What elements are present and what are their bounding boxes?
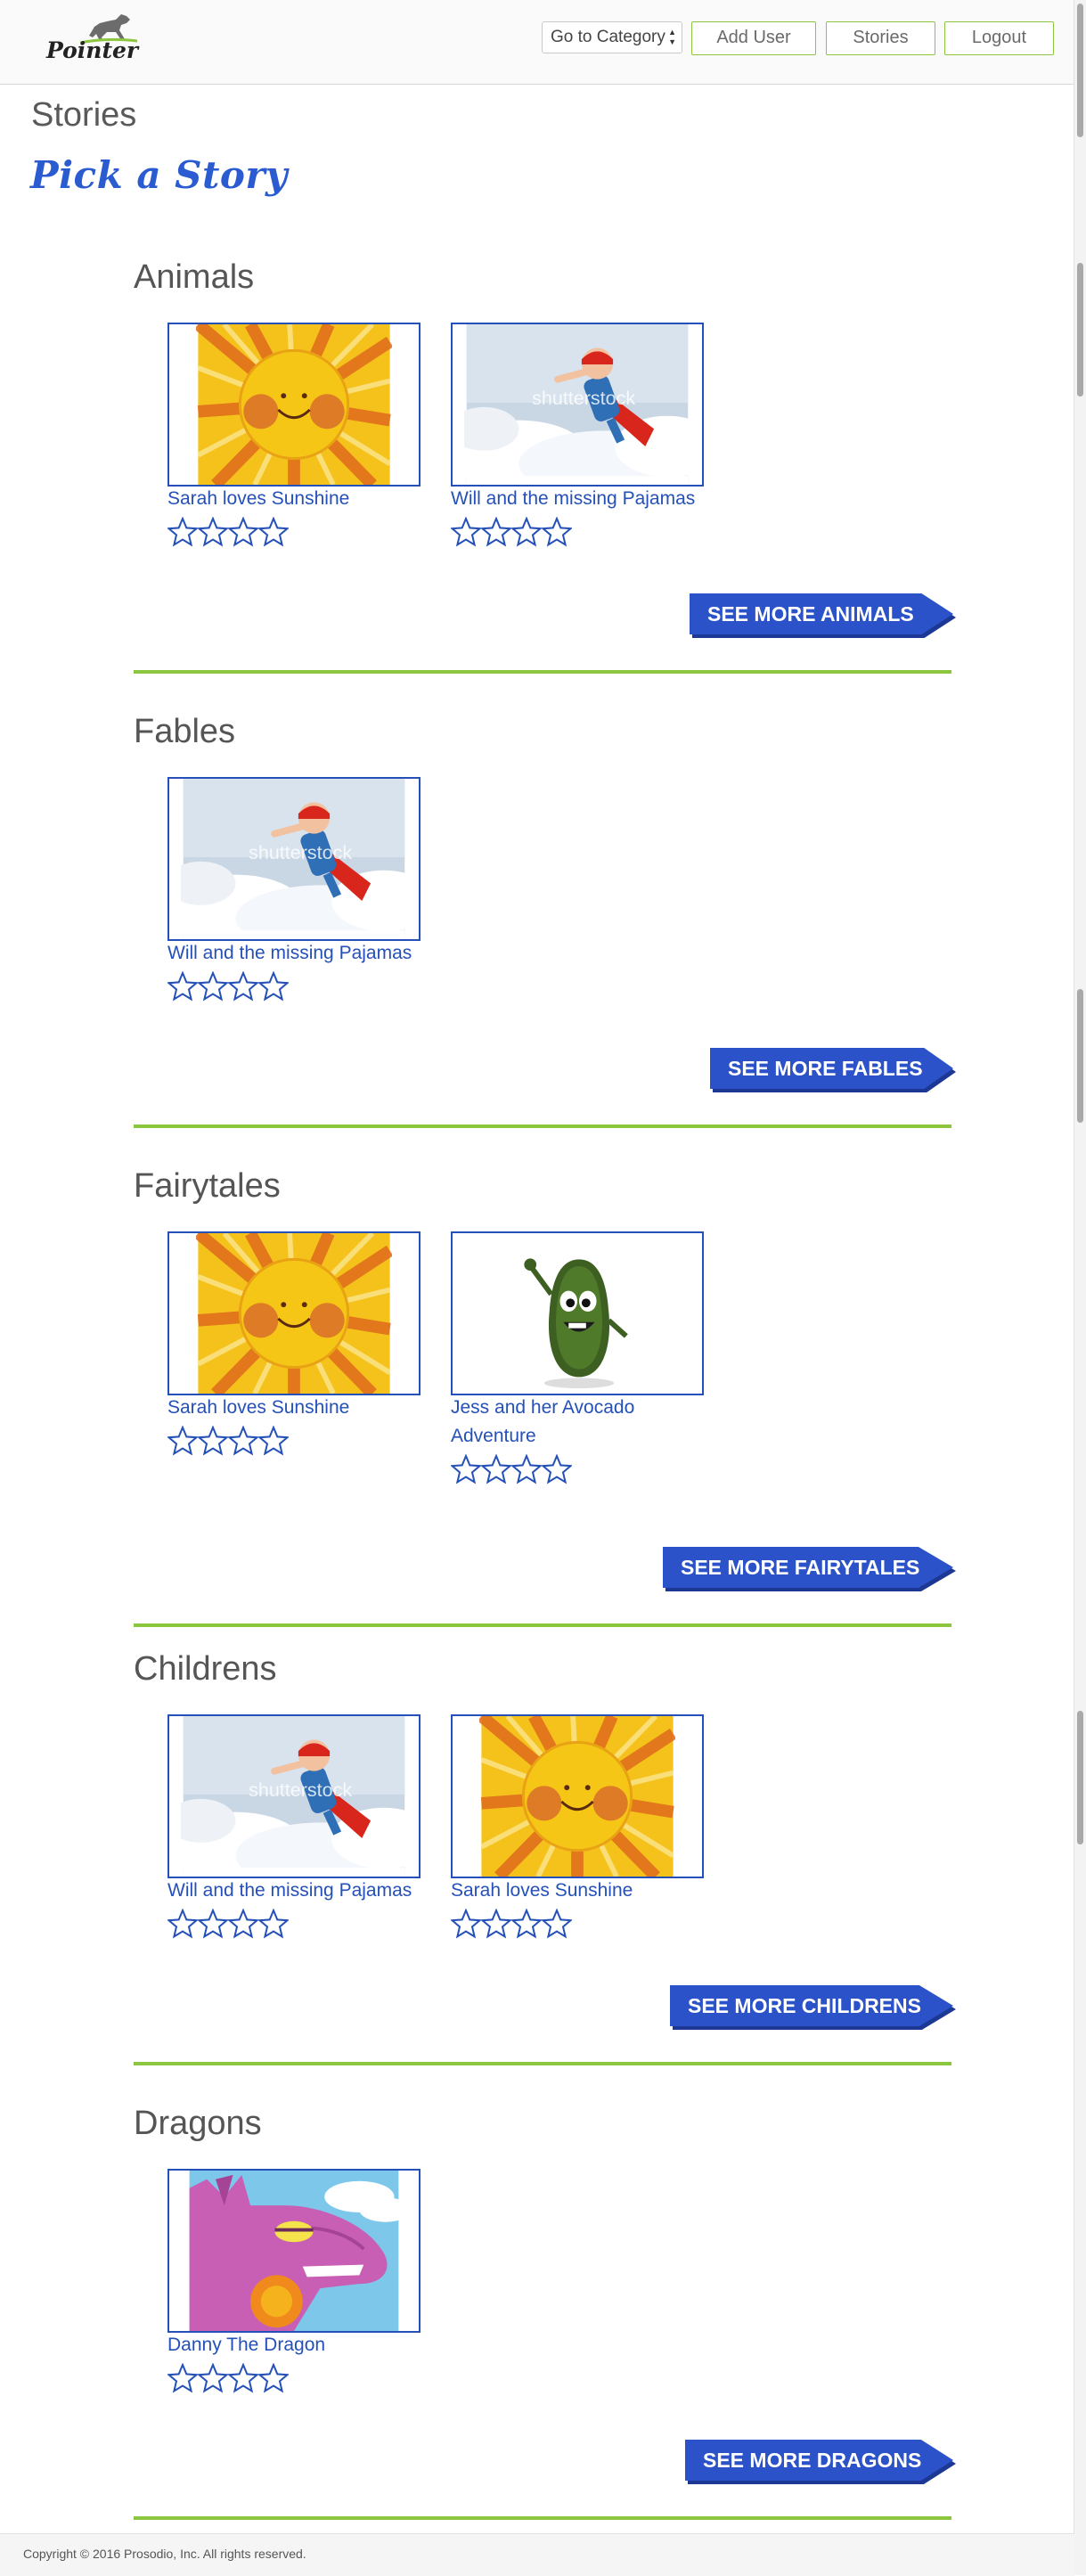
star-outline-icon[interactable] — [228, 1909, 258, 1939]
star-outline-icon[interactable] — [167, 971, 198, 1002]
story-title-link[interactable]: Sarah loves Sunshine — [167, 485, 426, 513]
pick-a-story-heading: Pick a Story — [30, 153, 288, 197]
section-divider — [134, 2062, 951, 2065]
section-title: Fables — [134, 713, 236, 750]
star-rating[interactable] — [167, 2363, 292, 2393]
star-rating[interactable] — [451, 517, 576, 547]
dragon-image — [187, 2171, 401, 2331]
star-outline-icon[interactable] — [228, 517, 258, 547]
star-rating[interactable] — [451, 1454, 576, 1484]
section-title: Childrens — [134, 1650, 277, 1688]
star-outline-icon[interactable] — [167, 2363, 198, 2393]
star-outline-icon[interactable] — [258, 517, 289, 547]
star-outline-icon[interactable] — [167, 1426, 198, 1456]
section-title: Dragons — [134, 2105, 262, 2142]
section-divider — [134, 670, 951, 674]
story-title-link[interactable]: Will and the missing Pajamas — [451, 485, 709, 513]
star-outline-icon[interactable] — [258, 1426, 289, 1456]
star-rating[interactable] — [451, 1909, 576, 1939]
top-navbar: Pointer Go to Category ▲ ▼ Add User Stori… — [0, 0, 1074, 85]
star-outline-icon[interactable] — [451, 1909, 481, 1939]
superhero-image — [181, 1716, 407, 1877]
copyright-text: Copyright © 2016 Prosodio, Inc. All righ… — [23, 2547, 306, 2561]
story-thumbnail[interactable] — [451, 1231, 704, 1395]
scrollbar-thumb[interactable] — [1077, 263, 1083, 397]
story-thumbnail[interactable] — [167, 1231, 421, 1395]
scrollbar-thumb[interactable] — [1077, 989, 1083, 1123]
superhero-image — [464, 324, 690, 485]
scrollbar-thumb[interactable] — [1077, 1711, 1083, 1844]
superhero-image — [181, 779, 407, 939]
see-more-fables-button[interactable]: SEE MORE FABLES — [710, 1048, 953, 1089]
star-outline-icon[interactable] — [511, 1454, 542, 1484]
story-title-link[interactable]: Will and the missing Pajamas — [167, 1877, 426, 1905]
star-outline-icon[interactable] — [542, 1909, 572, 1939]
see-more-dragons-button[interactable]: SEE MORE DRAGONS — [685, 2440, 953, 2481]
star-outline-icon[interactable] — [198, 517, 228, 547]
section-divider — [134, 1623, 951, 1627]
story-title-link[interactable]: Danny The Dragon — [167, 2331, 426, 2359]
see-more-animals-button[interactable]: SEE MORE ANIMALS — [690, 593, 953, 634]
story-title-link[interactable]: Will and the missing Pajamas — [167, 939, 426, 968]
star-outline-icon[interactable] — [198, 971, 228, 1002]
logout-button[interactable]: Logout — [944, 21, 1054, 55]
star-outline-icon[interactable] — [198, 1909, 228, 1939]
see-more-fairytales-button[interactable]: SEE MORE FAIRYTALES — [663, 1547, 953, 1588]
star-outline-icon[interactable] — [198, 1426, 228, 1456]
star-rating[interactable] — [167, 1909, 292, 1939]
star-outline-icon[interactable] — [228, 2363, 258, 2393]
section-divider — [134, 1124, 951, 1128]
go-to-category-select[interactable]: Go to Category ▲ ▼ — [542, 21, 682, 53]
star-outline-icon[interactable] — [258, 2363, 289, 2393]
story-thumbnail[interactable] — [451, 1714, 704, 1878]
star-outline-icon[interactable] — [542, 517, 572, 547]
star-outline-icon[interactable] — [167, 1909, 198, 1939]
star-outline-icon[interactable] — [481, 1909, 511, 1939]
star-outline-icon[interactable] — [167, 517, 198, 547]
story-thumbnail[interactable] — [167, 2169, 421, 2333]
avocado-image — [453, 1233, 704, 1394]
star-outline-icon[interactable] — [542, 1454, 572, 1484]
story-thumbnail[interactable] — [451, 323, 704, 487]
story-title-link[interactable]: Sarah loves Sunshine — [451, 1877, 709, 1905]
section-title: Fairytales — [134, 1167, 281, 1205]
logo-text: Pointer — [46, 37, 139, 63]
sunshine-image — [479, 1716, 675, 1877]
category-select-value: Go to Category — [551, 28, 665, 46]
section-title: Animals — [134, 258, 255, 296]
select-arrows-icon: ▲ ▼ — [668, 28, 676, 46]
star-outline-icon[interactable] — [451, 517, 481, 547]
star-outline-icon[interactable] — [481, 1454, 511, 1484]
star-outline-icon[interactable] — [451, 1454, 481, 1484]
star-outline-icon[interactable] — [511, 517, 542, 547]
footer: Copyright © 2016 Prosodio, Inc. All righ… — [0, 2533, 1074, 2576]
scrollbar-thumb[interactable] — [1077, 4, 1083, 137]
stories-button[interactable]: Stories — [826, 21, 935, 55]
story-thumbnail[interactable] — [167, 777, 421, 941]
see-more-childrens-button[interactable]: SEE MORE CHILDRENS — [670, 1985, 953, 2026]
add-user-button[interactable]: Add User — [691, 21, 816, 55]
scrollbar[interactable] — [1074, 0, 1086, 2575]
story-title-link[interactable]: Sarah loves Sunshine — [167, 1394, 426, 1422]
page-title: Stories — [31, 96, 137, 134]
sunshine-image — [196, 1233, 392, 1394]
section-divider — [134, 2516, 951, 2520]
story-thumbnail[interactable] — [167, 323, 421, 487]
star-outline-icon[interactable] — [198, 2363, 228, 2393]
star-rating[interactable] — [167, 971, 292, 1002]
star-outline-icon[interactable] — [228, 1426, 258, 1456]
star-rating[interactable] — [167, 1426, 292, 1456]
star-outline-icon[interactable] — [258, 1909, 289, 1939]
story-thumbnail[interactable] — [167, 1714, 421, 1878]
sunshine-image — [196, 324, 392, 485]
story-title-link[interactable]: Jess and her Avocado Adventure — [451, 1394, 709, 1451]
star-outline-icon[interactable] — [481, 517, 511, 547]
star-outline-icon[interactable] — [228, 971, 258, 1002]
star-outline-icon[interactable] — [511, 1909, 542, 1939]
star-rating[interactable] — [167, 517, 292, 547]
star-outline-icon[interactable] — [258, 971, 289, 1002]
